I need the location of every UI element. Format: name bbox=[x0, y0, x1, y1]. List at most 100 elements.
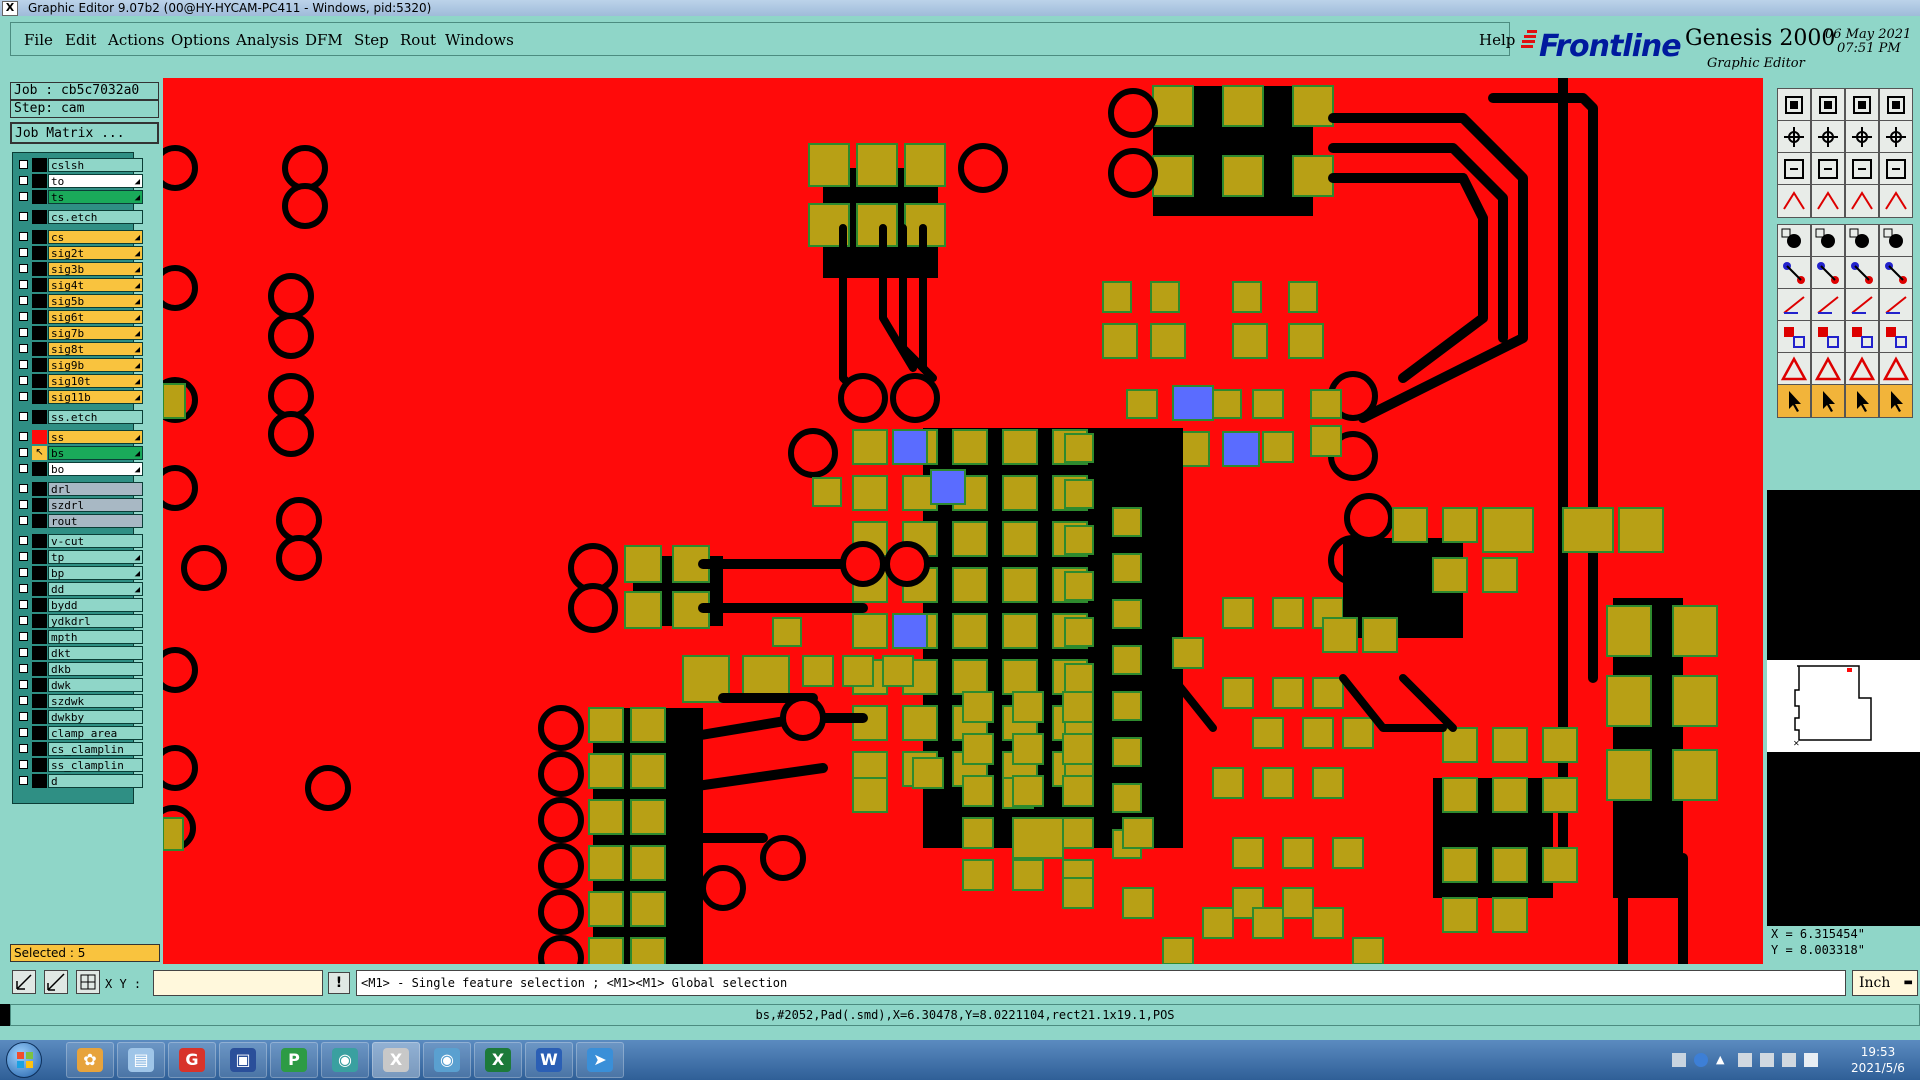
menu-windows[interactable]: Windows bbox=[445, 31, 514, 49]
layer-color-swatch[interactable] bbox=[32, 694, 47, 708]
measure-icon[interactable] bbox=[44, 970, 68, 994]
smd-pad[interactable] bbox=[1064, 479, 1094, 509]
smd-pad[interactable] bbox=[1442, 847, 1478, 883]
add-pad-icon[interactable] bbox=[1777, 224, 1811, 258]
via-ring[interactable] bbox=[538, 705, 584, 751]
zoom-fit-icon[interactable] bbox=[1845, 120, 1879, 154]
smd-pad[interactable] bbox=[588, 891, 624, 927]
layer-row-clamp_area[interactable]: clamp_area bbox=[13, 725, 143, 741]
smd-pad[interactable] bbox=[842, 655, 874, 687]
layer-name[interactable]: dwk bbox=[48, 678, 143, 692]
smd-pad[interactable] bbox=[1332, 837, 1364, 869]
layer-color-swatch[interactable] bbox=[32, 614, 47, 628]
x-app-icon[interactable]: X bbox=[372, 1042, 420, 1078]
layer-checkbox[interactable] bbox=[19, 464, 28, 473]
smd-pad[interactable] bbox=[1442, 777, 1478, 813]
layer-row-ss.etch[interactable]: ss.etch bbox=[13, 409, 143, 425]
smd-pad[interactable] bbox=[1442, 727, 1478, 763]
layer-name[interactable]: sig7b ◢ bbox=[48, 326, 143, 340]
arc-icon[interactable] bbox=[1845, 256, 1879, 290]
help-tray-icon[interactable] bbox=[1694, 1053, 1708, 1067]
scale-1-2-icon[interactable] bbox=[1845, 152, 1879, 186]
smd-pad[interactable] bbox=[1150, 281, 1180, 313]
layer-row-sig3b[interactable]: sig3b ◢ bbox=[13, 261, 143, 277]
layer-name[interactable]: ydkdrl bbox=[48, 614, 143, 628]
layer-checkbox[interactable] bbox=[19, 600, 28, 609]
dash-line-icon[interactable] bbox=[1811, 320, 1845, 354]
layer-row-bo[interactable]: bo ◢ bbox=[13, 461, 143, 477]
via-ring[interactable] bbox=[958, 143, 1008, 193]
via-ring[interactable] bbox=[568, 583, 618, 633]
layer-row-sig4t[interactable]: sig4t ◢ bbox=[13, 277, 143, 293]
smd-pad[interactable] bbox=[1312, 907, 1344, 939]
via-ring[interactable] bbox=[1108, 88, 1158, 138]
layer-color-swatch[interactable] bbox=[32, 430, 47, 444]
via-ring[interactable] bbox=[181, 545, 227, 591]
smd-pad[interactable] bbox=[772, 617, 802, 647]
layer-name[interactable]: rout bbox=[48, 514, 143, 528]
layer-checkbox[interactable] bbox=[19, 568, 28, 577]
select-pointer2-icon[interactable] bbox=[1811, 384, 1845, 418]
layer-name[interactable]: drl bbox=[48, 482, 143, 496]
layer-checkbox[interactable] bbox=[19, 680, 28, 689]
layer-checkbox[interactable] bbox=[19, 484, 28, 493]
layer-name[interactable]: sig4t ◢ bbox=[48, 278, 143, 292]
smd-pad[interactable] bbox=[1542, 727, 1578, 763]
layer-color-swatch[interactable] bbox=[32, 598, 47, 612]
zoom-home-icon[interactable] bbox=[1777, 88, 1811, 122]
layer-checkbox[interactable] bbox=[19, 412, 28, 421]
layer-color-swatch[interactable] bbox=[32, 190, 47, 204]
layer-row-dwk[interactable]: dwk bbox=[13, 677, 143, 693]
layer-checkbox[interactable] bbox=[19, 296, 28, 305]
triangle-a-icon[interactable] bbox=[1811, 352, 1845, 386]
smd-pad[interactable] bbox=[1282, 837, 1314, 869]
smd-pad[interactable] bbox=[1606, 605, 1652, 657]
smd-pad[interactable] bbox=[1002, 521, 1038, 557]
layer-checkbox[interactable] bbox=[19, 176, 28, 185]
smd-pad[interactable] bbox=[1606, 749, 1652, 801]
smd-pad[interactable] bbox=[630, 799, 666, 835]
smd-pad[interactable] bbox=[962, 817, 994, 849]
smd-pad[interactable] bbox=[1492, 727, 1528, 763]
smd-pad[interactable] bbox=[1012, 691, 1044, 723]
smd-pad[interactable] bbox=[1012, 775, 1044, 807]
layer-color-swatch[interactable] bbox=[32, 158, 47, 172]
layer-name[interactable]: dwkby bbox=[48, 710, 143, 724]
smd-pad[interactable] bbox=[1172, 385, 1214, 421]
browser-icon[interactable]: G bbox=[168, 1042, 216, 1078]
layer-checkbox[interactable] bbox=[19, 536, 28, 545]
pad-connect-icon[interactable] bbox=[1879, 256, 1913, 290]
layer-checkbox[interactable] bbox=[19, 280, 28, 289]
via-ring[interactable] bbox=[760, 835, 806, 881]
smd-pad[interactable] bbox=[588, 753, 624, 789]
smd-pad[interactable] bbox=[630, 707, 666, 743]
smd-pad[interactable] bbox=[1442, 507, 1478, 543]
layer-color-swatch[interactable] bbox=[32, 758, 47, 772]
layer-color-swatch[interactable] bbox=[32, 550, 47, 564]
triangle-a3-icon[interactable] bbox=[1879, 352, 1913, 386]
layer-checkbox[interactable] bbox=[19, 584, 28, 593]
smd-pad[interactable] bbox=[1392, 507, 1428, 543]
graphic-canvas[interactable] bbox=[163, 78, 1763, 964]
layer-row-cs[interactable]: cs ◢ bbox=[13, 229, 143, 245]
smd-pad[interactable] bbox=[1002, 429, 1038, 465]
layer-row-sig6t[interactable]: sig6t ◢ bbox=[13, 309, 143, 325]
smd-pad[interactable] bbox=[952, 567, 988, 603]
smd-pad[interactable] bbox=[852, 613, 888, 649]
smd-pad[interactable] bbox=[1064, 433, 1094, 463]
layer-checkbox[interactable] bbox=[19, 616, 28, 625]
layer-color-swatch[interactable] bbox=[32, 514, 47, 528]
menu-edit[interactable]: Edit bbox=[65, 31, 96, 49]
layer-name[interactable]: sig10t ◢ bbox=[48, 374, 143, 388]
smd-pad[interactable] bbox=[952, 429, 988, 465]
layer-color-swatch[interactable] bbox=[32, 230, 47, 244]
smd-pad[interactable] bbox=[630, 937, 666, 964]
bird-app-icon[interactable]: ➤ bbox=[576, 1042, 624, 1078]
smd-pad[interactable] bbox=[1672, 749, 1718, 801]
smd-pad[interactable] bbox=[1210, 389, 1242, 419]
via-ring[interactable] bbox=[163, 465, 198, 511]
xy-input[interactable] bbox=[153, 970, 323, 996]
smd-pad[interactable] bbox=[952, 613, 988, 649]
via-ring[interactable] bbox=[163, 745, 198, 791]
smd-pad[interactable] bbox=[1064, 663, 1094, 693]
